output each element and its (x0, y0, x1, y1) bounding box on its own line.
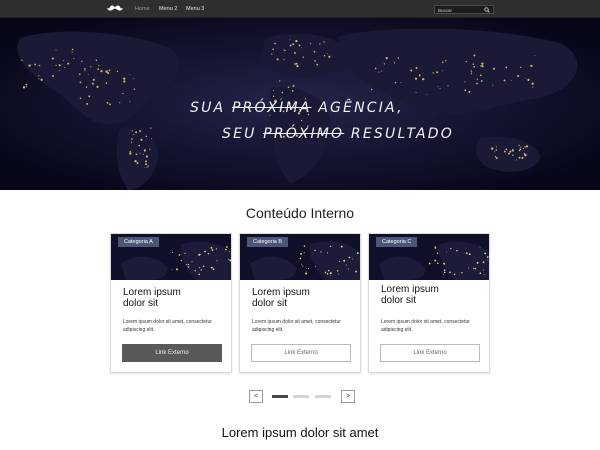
search-input[interactable] (438, 7, 482, 13)
carousel-dot[interactable] (272, 395, 288, 398)
category-badge[interactable]: Categoria B (247, 237, 289, 247)
page: Home Menu 2 Menu 3 Buscar SUA PRÓXIMA AG… (0, 0, 600, 450)
card-c: Categoria C Lorem ipsum dolor sit Lorem i… (368, 233, 490, 373)
carousel-dot[interactable] (315, 395, 331, 398)
external-link-button[interactable]: Link Externo (380, 344, 480, 362)
category-badge[interactable]: Categoria C (376, 237, 418, 247)
headline-text: AGÊNCIA, (311, 100, 404, 116)
card-title-line: Lorem ipsum (123, 287, 181, 298)
card-a: Categoria A Lorem ipsum dolor sit Lorem i… (110, 233, 232, 373)
card-b: Categoria B Lorem ipsum dolor sit Lorem i… (239, 233, 361, 373)
card-text: Lorem ipsum dolor sit amet, consectetur … (123, 319, 212, 333)
headline-text: SEU (222, 126, 264, 142)
headline-text: SUA (190, 100, 232, 116)
card-title-line: dolor sit (252, 298, 288, 309)
card-title: Lorem ipsum dolor sit (252, 287, 352, 309)
nav-item-home[interactable]: Home (135, 5, 150, 13)
card-title-line: dolor sit (123, 298, 159, 309)
card-text: Lorem ipsum dolor sit amet, consectetur … (381, 319, 470, 333)
bottom-section-title: Lorem ipsum dolor sit amet (221, 425, 379, 440)
headline-text: RESULTADO (344, 126, 454, 142)
external-link-button[interactable]: Link Externo (122, 344, 222, 362)
nav-item-menu-3[interactable]: Menu 3 (186, 5, 204, 13)
category-badge[interactable]: Categoria A (118, 237, 159, 247)
headline-strikethrough-text: PRÓXIMO (263, 126, 345, 142)
card-title: Lorem ipsum dolor sit (381, 284, 481, 306)
search-box (434, 5, 494, 14)
top-navbar: Home Menu 2 Menu 3 (0, 0, 600, 18)
carousel-prev-button[interactable]: < (249, 390, 263, 403)
carousel-dot[interactable] (293, 395, 309, 398)
hero-headline-line-1: SUA PRÓXIMA AGÊNCIA, (190, 100, 404, 116)
search-icon[interactable] (484, 7, 490, 13)
hero-banner: SUA PRÓXIMA AGÊNCIA, SEU PRÓXIMO RESULTA… (0, 18, 600, 190)
card-title-line: dolor sit (381, 295, 417, 306)
hero-headline-line-2: SEU PRÓXIMO RESULTADO (222, 126, 454, 142)
card-text: Lorem ipsum dolor sit amet, consectetur … (252, 319, 341, 333)
card-title: Lorem ipsum dolor sit (123, 287, 223, 309)
external-link-button[interactable]: Link Externo (251, 344, 351, 362)
card-title-line: Lorem ipsum (252, 287, 310, 298)
mustache-icon[interactable] (107, 4, 123, 13)
section-title: Conteúdo Interno (245, 205, 355, 221)
carousel-next-button[interactable]: > (341, 390, 355, 403)
card-title-line: Lorem ipsum (381, 284, 439, 295)
headline-strikethrough-text: PRÓXIMA (231, 100, 312, 116)
nav-item-menu-2[interactable]: Menu 2 (159, 5, 177, 13)
